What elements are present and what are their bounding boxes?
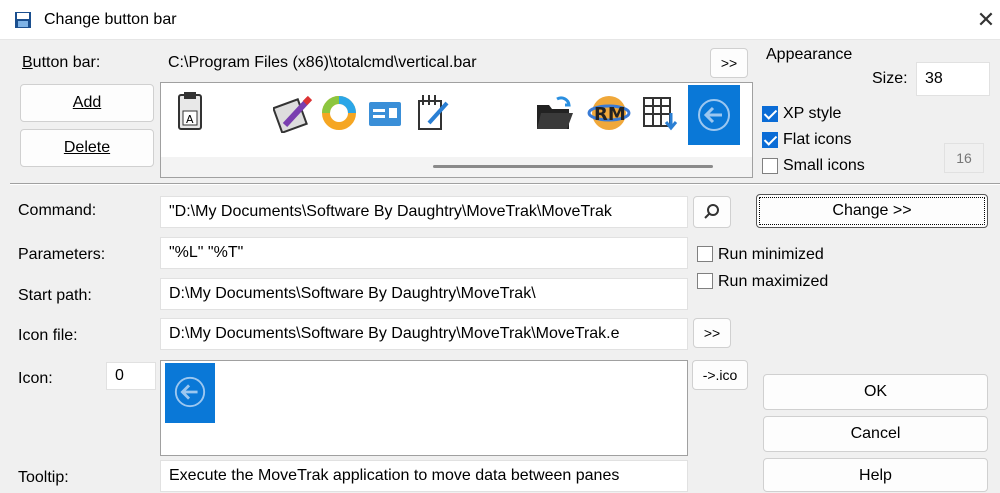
tooltip-label: Tooltip: (18, 469, 69, 486)
help-button[interactable]: Help (763, 458, 988, 492)
title-bar: Change button bar ✕ (0, 0, 1000, 40)
svg-text:RM: RM (594, 104, 626, 125)
icon-index-input[interactable]: 0 (106, 362, 156, 390)
appearance-title: Appearance (766, 46, 853, 63)
ring-icon[interactable] (321, 95, 357, 131)
start-path-input[interactable]: D:\My Documents\Software By Daughtry\Mov… (160, 278, 688, 310)
add-button[interactable]: Add (20, 84, 154, 122)
search-icon (704, 204, 719, 219)
pencil-tag-icon[interactable] (273, 95, 313, 133)
separator (10, 183, 1000, 185)
size-label: Size: (872, 70, 908, 87)
icon-list[interactable] (160, 360, 688, 456)
icon-list-item-selected[interactable] (165, 363, 215, 423)
button-bar-path: C:\Program Files (x86)\totalcmd\vertical… (160, 48, 705, 80)
xp-style-checkbox[interactable] (762, 106, 778, 122)
tooltip-input[interactable]: Execute the MoveTrak application to move… (160, 460, 688, 492)
scrollbar-thumb[interactable] (433, 165, 713, 168)
small-size-input: 16 (944, 143, 984, 173)
back-arrow-icon (174, 376, 206, 408)
find-command-button[interactable] (693, 196, 731, 228)
small-icons-checkbox[interactable] (762, 158, 778, 174)
app-icon (15, 12, 31, 28)
extract-ico-button[interactable]: ->.ico (692, 360, 748, 390)
browse-bar-button[interactable]: >> (710, 48, 748, 78)
delete-button[interactable]: Delete (20, 129, 154, 167)
open-folder-icon[interactable] (535, 95, 575, 133)
button-bar-label: Button bar: (22, 54, 101, 71)
card-icon[interactable] (367, 99, 403, 129)
run-minimized-checkbox[interactable] (697, 246, 713, 262)
cancel-button[interactable]: Cancel (763, 416, 988, 452)
flat-icons-checkbox[interactable] (762, 132, 778, 148)
toolbar-preview[interactable]: A RM (160, 82, 753, 178)
grid-download-icon[interactable] (641, 95, 681, 133)
icon-file-label: Icon file: (18, 327, 78, 344)
icon-file-input[interactable]: D:\My Documents\Software By Daughtry\Mov… (160, 318, 688, 350)
window-title: Change button bar (44, 11, 177, 28)
selected-button-slot[interactable] (688, 85, 740, 145)
flat-icons-label[interactable]: Flat icons (783, 131, 851, 149)
change-button[interactable]: Change >> (756, 194, 988, 228)
parameters-input[interactable]: "%L" "%T" (160, 237, 688, 269)
parameters-label: Parameters: (18, 246, 106, 263)
start-path-label: Start path: (18, 287, 92, 304)
close-icon[interactable]: ✕ (972, 6, 1000, 34)
edit-list-icon[interactable] (415, 93, 451, 133)
toolbar-scrollbar[interactable] (161, 157, 752, 177)
command-input[interactable]: "D:\My Documents\Software By Daughtry\Mo… (160, 196, 688, 228)
small-icons-label[interactable]: Small icons (783, 157, 865, 175)
run-maximized-label[interactable]: Run maximized (718, 273, 828, 291)
xp-style-label[interactable]: XP style (783, 105, 841, 123)
icon-label: Icon: (18, 370, 53, 387)
rm-icon[interactable]: RM (587, 93, 631, 133)
size-input[interactable]: 38 (916, 62, 990, 96)
run-minimized-label[interactable]: Run minimized (718, 246, 824, 264)
svg-text:A: A (186, 113, 194, 126)
clipboard-icon[interactable]: A (175, 91, 205, 133)
ok-button[interactable]: OK (763, 374, 988, 410)
run-maximized-checkbox[interactable] (697, 273, 713, 289)
browse-icon-file-button[interactable]: >> (693, 318, 731, 348)
back-arrow-icon (698, 99, 730, 131)
command-label: Command: (18, 202, 97, 219)
